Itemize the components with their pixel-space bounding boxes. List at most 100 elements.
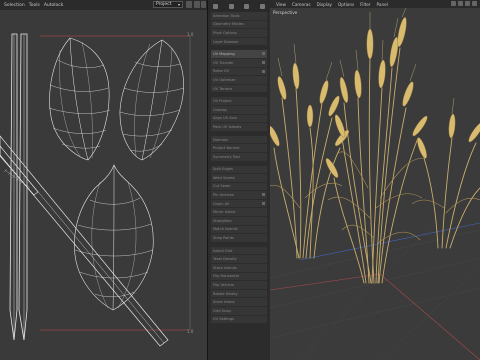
uv-menu-tools[interactable]: Tools	[29, 3, 40, 8]
tools-group-6: Island Grid Texel Density Stack Islands …	[208, 246, 270, 324]
tool-row-label: Snap Points	[213, 236, 234, 241]
tool-row-label: UV Mapping	[213, 52, 235, 57]
uv-editor-panel: Selection Tools Autolock Project ▾ 1.0 1…	[0, 0, 207, 360]
tool-row-label: Layer Browser	[213, 39, 239, 44]
uv-corner-bottom-right: 1.0	[187, 329, 194, 334]
tool-row[interactable]: Mirror Island	[211, 208, 267, 217]
tool-row-label: UV Settings	[213, 317, 234, 322]
tools-group-3: UV Project Unwrap Align UV Axis Pack UV …	[208, 97, 270, 131]
vp-menu-options[interactable]: Options	[338, 2, 354, 7]
tool-row-label: Weld Seams	[213, 175, 236, 180]
tool-row-label: Straighten	[213, 218, 232, 223]
vp-menu-view[interactable]: View	[276, 2, 286, 7]
tool-row[interactable]: UV Project	[211, 97, 267, 105]
vp-menu-panel[interactable]: Panel	[377, 2, 388, 7]
tool-row[interactable]: Scale Island	[211, 298, 267, 306]
orbit-icon[interactable]	[465, 1, 470, 6]
tool-row-label: Scale Island	[213, 300, 235, 305]
tool-row[interactable]: Pack UV Islands	[211, 123, 267, 131]
tool-row-label: Align UV Axis	[213, 116, 237, 121]
checkbox-icon[interactable]	[262, 193, 265, 197]
settings-icon[interactable]	[201, 1, 206, 8]
tool-row-label: UV Project	[213, 99, 232, 104]
chevron-down-icon: ▾	[177, 2, 180, 7]
options-icon[interactable]	[259, 3, 265, 9]
tool-row[interactable]: Layer Browser	[211, 37, 267, 46]
vp-menu-display[interactable]: Display	[317, 2, 332, 7]
grid-icon[interactable]	[194, 1, 200, 8]
tool-row[interactable]: Align UV Axis	[211, 114, 267, 123]
tool-row[interactable]: UV Settings	[211, 315, 267, 324]
tool-row-label: Rotate Ninety	[213, 291, 238, 296]
tool-row-label: Match Islands	[213, 227, 238, 232]
tool-row-label: Mirror Island	[213, 210, 236, 215]
tool-row-label: Relax UV	[213, 69, 230, 74]
tool-row-label: Selection Tools	[213, 13, 240, 18]
tool-row[interactable]: Geometry Modes	[211, 20, 267, 29]
tools-group-2: UV Mapping UV Transfer Relax UV UV Optim…	[208, 50, 270, 93]
uv-menu-autolock[interactable]: Autolock	[44, 3, 64, 8]
tool-row[interactable]: Flip Horizontal	[211, 272, 267, 281]
tool-row-label: Symmetry Tool	[213, 154, 240, 159]
wheat-render	[270, 7, 480, 360]
tool-row[interactable]: Cut Seam	[211, 182, 267, 191]
tool-row[interactable]: Grid Snap	[211, 307, 267, 315]
tool-row-label: Project Normal	[213, 146, 240, 151]
snap-icon[interactable]	[186, 1, 192, 8]
viewport-view-label: Perspective	[273, 10, 298, 15]
tool-row[interactable]: UV Transfer	[211, 58, 267, 67]
uv-corner-top-right: 1.0	[187, 32, 194, 37]
tool-row[interactable]: Stack Islands	[211, 264, 267, 272]
pan-icon[interactable]	[451, 1, 456, 6]
uv-canvas[interactable]: 1.0 1.0	[0, 10, 207, 360]
tool-row[interactable]: Match Islands	[211, 225, 267, 234]
tool-row[interactable]: Project Normal	[211, 144, 267, 152]
tool-row[interactable]: Texel Density	[211, 255, 267, 264]
viewport-3d-canvas[interactable]	[270, 7, 480, 360]
tool-row-label: Pack UV Islands	[213, 124, 242, 129]
tool-row-label: UV Terrace	[213, 86, 233, 91]
tools-group-5: Split Edges Weld Seams Cut Seam Pin Vert…	[208, 165, 270, 242]
tool-row[interactable]: Unwrap	[211, 105, 267, 114]
tool-row[interactable]: Pivot Options	[211, 29, 267, 37]
tool-row-label: Cut Seam	[213, 184, 231, 189]
tool-row[interactable]: UV Mapping	[211, 50, 267, 58]
tool-row[interactable]: Normals	[211, 135, 267, 144]
scale-icon[interactable]	[244, 3, 250, 9]
tool-row[interactable]: Unpin All	[211, 199, 267, 208]
maximize-icon[interactable]	[472, 1, 477, 6]
tool-row[interactable]: UV Optimize	[211, 76, 267, 84]
move-icon[interactable]	[213, 3, 219, 9]
uv-menu-selection[interactable]: Selection	[4, 3, 25, 8]
checkbox-icon[interactable]	[262, 201, 265, 205]
tool-row[interactable]: Snap Points	[211, 234, 267, 242]
tool-row[interactable]: Split Edges	[211, 165, 267, 174]
viewport-menubar: View Cameras Display Options Filter Pane…	[270, 0, 480, 8]
checkbox-icon[interactable]	[262, 52, 265, 56]
tool-row[interactable]: Relax UV	[211, 67, 267, 76]
tool-row[interactable]: Weld Seams	[211, 174, 267, 182]
tool-row-label: Stack Islands	[213, 265, 237, 270]
tool-row[interactable]: Pin Vertices	[211, 191, 267, 199]
tool-row[interactable]: Rotate Ninety	[211, 289, 267, 298]
tool-row[interactable]: Symmetry Tool	[211, 152, 267, 161]
vp-menu-filter[interactable]: Filter	[360, 2, 370, 7]
tool-row-label: Unpin All	[213, 201, 230, 206]
checkbox-icon[interactable]	[262, 60, 265, 64]
tool-row[interactable]: Flip Vertical	[211, 281, 267, 289]
uv-wireframe-drawing	[0, 33, 191, 347]
tool-row-label: Geometry Modes	[213, 22, 244, 27]
zoom-icon[interactable]	[458, 1, 463, 6]
viewport-panel: View Cameras Display Options Filter Pane…	[270, 0, 480, 360]
tools-group-1: Selection Tools Geometry Modes Pivot Opt…	[208, 12, 270, 46]
tool-row[interactable]: Selection Tools	[211, 12, 267, 20]
tool-row[interactable]: Straighten	[211, 217, 267, 225]
vp-menu-cameras[interactable]: Cameras	[292, 2, 311, 7]
tool-row-label: Normals	[213, 137, 228, 142]
tool-row[interactable]: Island Grid	[211, 246, 267, 255]
rotate-icon[interactable]	[228, 3, 234, 9]
projection-dropdown-value: Project	[156, 2, 172, 7]
checkbox-icon[interactable]	[262, 69, 265, 73]
projection-dropdown[interactable]: Project ▾	[153, 1, 183, 8]
tool-row[interactable]: UV Terrace	[211, 84, 267, 93]
